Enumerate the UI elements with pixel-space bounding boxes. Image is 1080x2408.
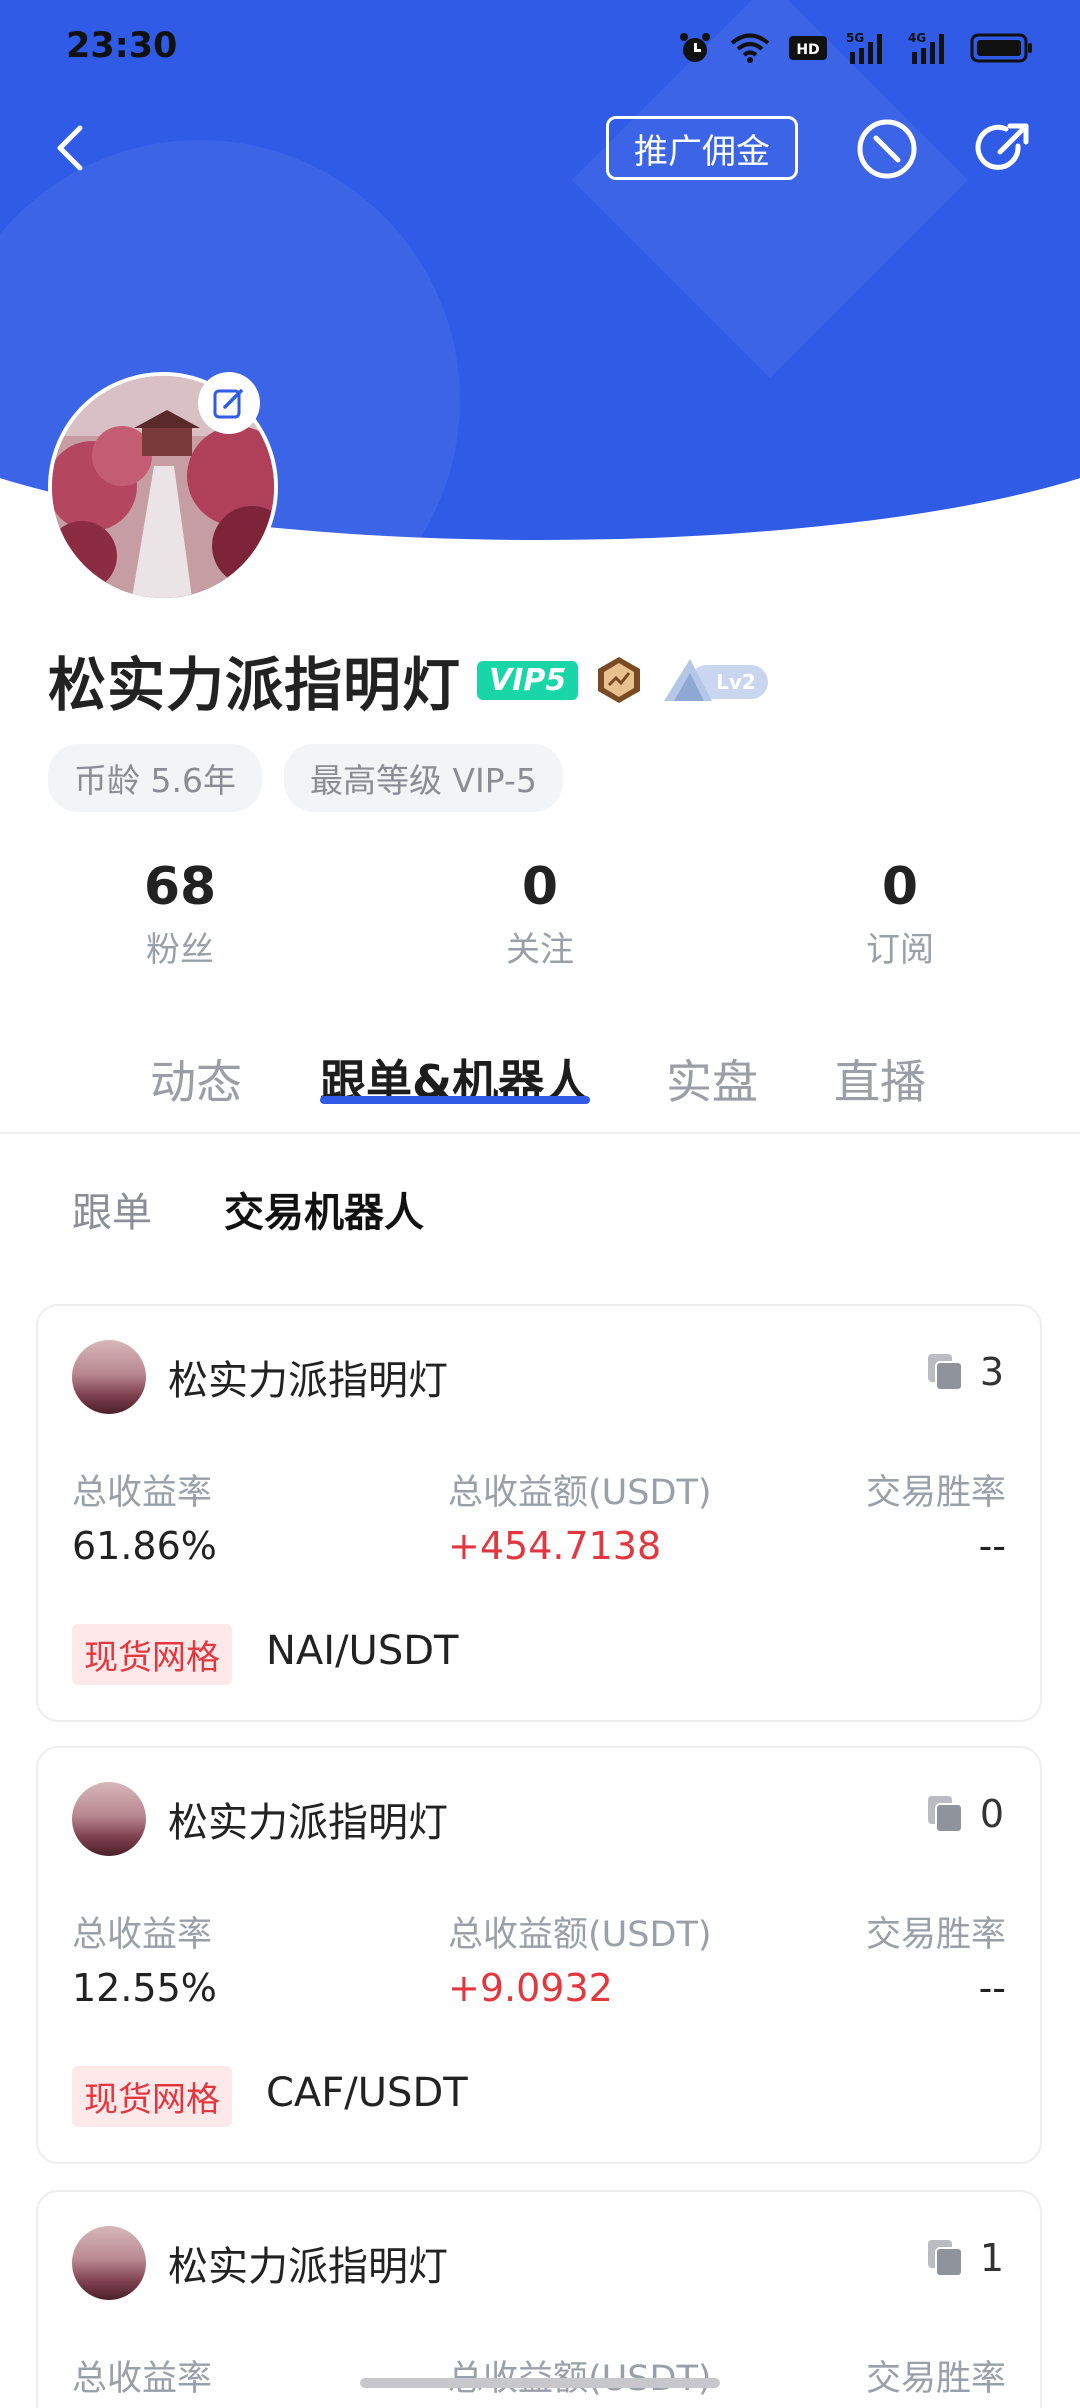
subtab-copytrade[interactable]: 跟单 [72, 1180, 152, 1240]
trading-pair: NAI/USDT [266, 1628, 459, 1674]
profile-chips: 币龄 5.6年 最高等级 VIP-5 [48, 744, 563, 812]
promo-commission-button[interactable]: 推广佣金 [606, 116, 798, 180]
stat-label: 关注 [506, 930, 574, 970]
sub-tabs: 跟单 交易机器人 [72, 1180, 424, 1240]
total-amount-label: 总收益额(USDT) [448, 1915, 712, 1955]
bot-card[interactable]: 松实力派指明灯 0 总收益率 总收益额(USDT) 交易胜率 12.55% +9… [36, 1746, 1042, 2164]
avatar [72, 1340, 146, 1414]
card-owner-name: 松实力派指明灯 [168, 1358, 448, 1404]
coin-age-chip: 币龄 5.6年 [48, 744, 262, 812]
profile-name-row: 松实力派指明灯 VIP5 Lv2 [48, 640, 770, 720]
copy-icon [927, 1354, 963, 1391]
stat-following[interactable]: 0 关注 [440, 856, 640, 971]
level-badge-icon: Lv2 [664, 659, 769, 701]
max-level-chip: 最高等级 VIP-5 [283, 744, 563, 812]
subtab-trading-bots[interactable]: 交易机器人 [224, 1180, 424, 1240]
win-rate-label: 交易胜率 [865, 1915, 1006, 1955]
stat-subscriptions[interactable]: 0 订阅 [800, 856, 1000, 971]
top-nav: 推广佣金 [0, 100, 1080, 200]
avatar [72, 1782, 146, 1856]
win-rate-value: -- [978, 1524, 1006, 1568]
tab-posts[interactable]: 动态 [150, 1046, 242, 1112]
back-icon[interactable] [42, 118, 102, 178]
signal-5g-icon: 5G [846, 31, 882, 64]
profile-tabs: 动态 跟单&机器人 实盘 直播 [0, 1030, 1080, 1134]
strategy-tag: 现货网格 [72, 1624, 232, 1685]
profile-page: 23:30 HD 5G 4G 推广佣金 松实力派指明灯 VIP5 Lv2 币龄 … [0, 0, 1080, 2408]
share-icon[interactable] [970, 116, 1036, 182]
block-icon[interactable] [854, 116, 920, 182]
win-rate-label: 交易胜率 [865, 1473, 1006, 1513]
stat-value: 0 [881, 857, 919, 917]
profile-stats: 68 粉丝 0 关注 0 订阅 [0, 856, 1080, 986]
win-rate-value: -- [978, 1966, 1006, 2010]
copy-count-value: 3 [979, 1350, 1004, 1394]
home-indicator[interactable] [360, 2378, 720, 2388]
total-amount-value: +454.7138 [448, 1524, 662, 1568]
total-rate-value: 12.55% [72, 1966, 217, 2010]
svg-text:HD: HD [796, 42, 819, 58]
copy-count-value: 0 [979, 1792, 1004, 1836]
profile-avatar-wrap [48, 372, 278, 602]
copy-icon [927, 1796, 963, 1833]
stat-label: 粉丝 [146, 930, 214, 970]
total-amount-label: 总收益额(USDT) [448, 2350, 711, 2401]
wifi-icon [730, 33, 770, 63]
lv-badge-text: Lv2 [716, 670, 756, 694]
status-icons: HD 5G 4G [678, 22, 1034, 74]
status-time: 23:30 [66, 26, 178, 66]
strategy-tag: 现货网格 [72, 2066, 232, 2127]
total-rate-value: 61.86% [72, 1524, 217, 1568]
card-owner-name: 松实力派指明灯 [168, 2244, 448, 2290]
trading-pair: CAF/USDT [266, 2070, 468, 2116]
copy-count-value: 1 [979, 2236, 1004, 2280]
battery-icon [970, 33, 1032, 63]
copy-count: 0 [926, 1792, 1004, 1836]
win-rate-label: 交易胜率 [865, 2359, 1006, 2399]
stat-label: 订阅 [866, 930, 934, 970]
signal-4g-icon: 4G [908, 31, 944, 64]
copy-count: 1 [926, 2236, 1004, 2280]
edit-icon [213, 389, 243, 419]
tab-live-positions[interactable]: 实盘 [666, 1046, 758, 1112]
total-rate-label: 总收益率 [72, 1473, 213, 1513]
profile-name: 松实力派指明灯 [48, 651, 462, 719]
chart-medal-icon [598, 657, 641, 703]
card-owner-name: 松实力派指明灯 [168, 1800, 448, 1846]
stat-value: 68 [143, 857, 217, 917]
alarm-icon [680, 33, 710, 62]
edit-avatar-button[interactable] [198, 372, 260, 434]
copy-count: 3 [926, 1350, 1004, 1394]
active-tab-indicator [320, 1096, 590, 1104]
total-amount-value: +9.0932 [448, 1966, 613, 2010]
tab-livestream[interactable]: 直播 [834, 1046, 926, 1112]
total-rate-label: 总收益率 [72, 2359, 213, 2399]
status-bar: 23:30 HD 5G 4G [0, 0, 1080, 96]
vip-badge: VIP5 [477, 660, 579, 700]
bot-card[interactable]: 松实力派指明灯 3 总收益率 总收益额(USDT) 交易胜率 61.86% +4… [36, 1304, 1042, 1722]
stat-value: 0 [521, 857, 559, 917]
total-rate-label: 总收益率 [72, 1915, 213, 1955]
copy-icon [927, 2240, 963, 2277]
total-amount-label: 总收益额(USDT) [448, 1473, 712, 1513]
avatar [72, 2226, 146, 2300]
hd-icon: HD [789, 36, 827, 60]
svg-text:4G: 4G [908, 31, 926, 45]
svg-text:5G: 5G [846, 31, 864, 45]
bot-card[interactable]: 松实力派指明灯 1 总收益率 总收益额(USDT) 交易胜率 [36, 2190, 1042, 2408]
stat-followers[interactable]: 68 粉丝 [80, 856, 280, 971]
